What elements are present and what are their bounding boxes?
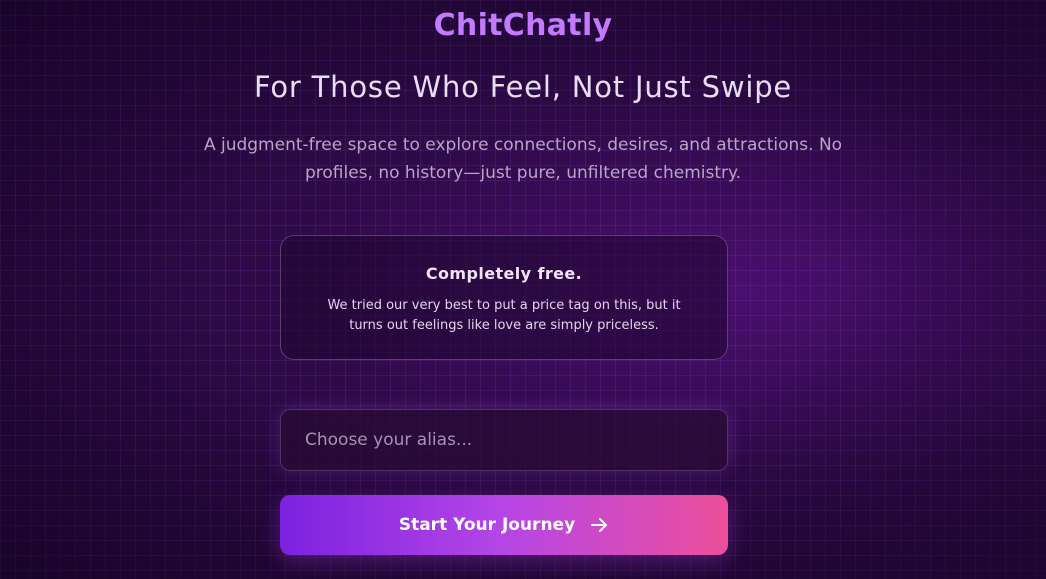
- start-journey-label: Start Your Journey: [398, 515, 576, 535]
- hero-subtitle: A judgment-free space to explore connect…: [203, 135, 843, 183]
- landing-main: ChitChatly For Those Who Feel, Not Just …: [0, 0, 1046, 579]
- pricing-card-text: We tried our very best to put a price ta…: [327, 298, 681, 333]
- brand-logo: ChitChatly: [433, 8, 613, 43]
- arrow-right-icon: [589, 515, 609, 535]
- pricing-card-title: Completely free.: [425, 264, 583, 283]
- hero-headline: For Those Who Feel, Not Just Swipe: [253, 70, 793, 104]
- start-journey-button[interactable]: Start Your Journey: [280, 495, 728, 555]
- pricing-card: Completely free. We tried our very best …: [280, 235, 728, 360]
- alias-input[interactable]: [280, 409, 728, 471]
